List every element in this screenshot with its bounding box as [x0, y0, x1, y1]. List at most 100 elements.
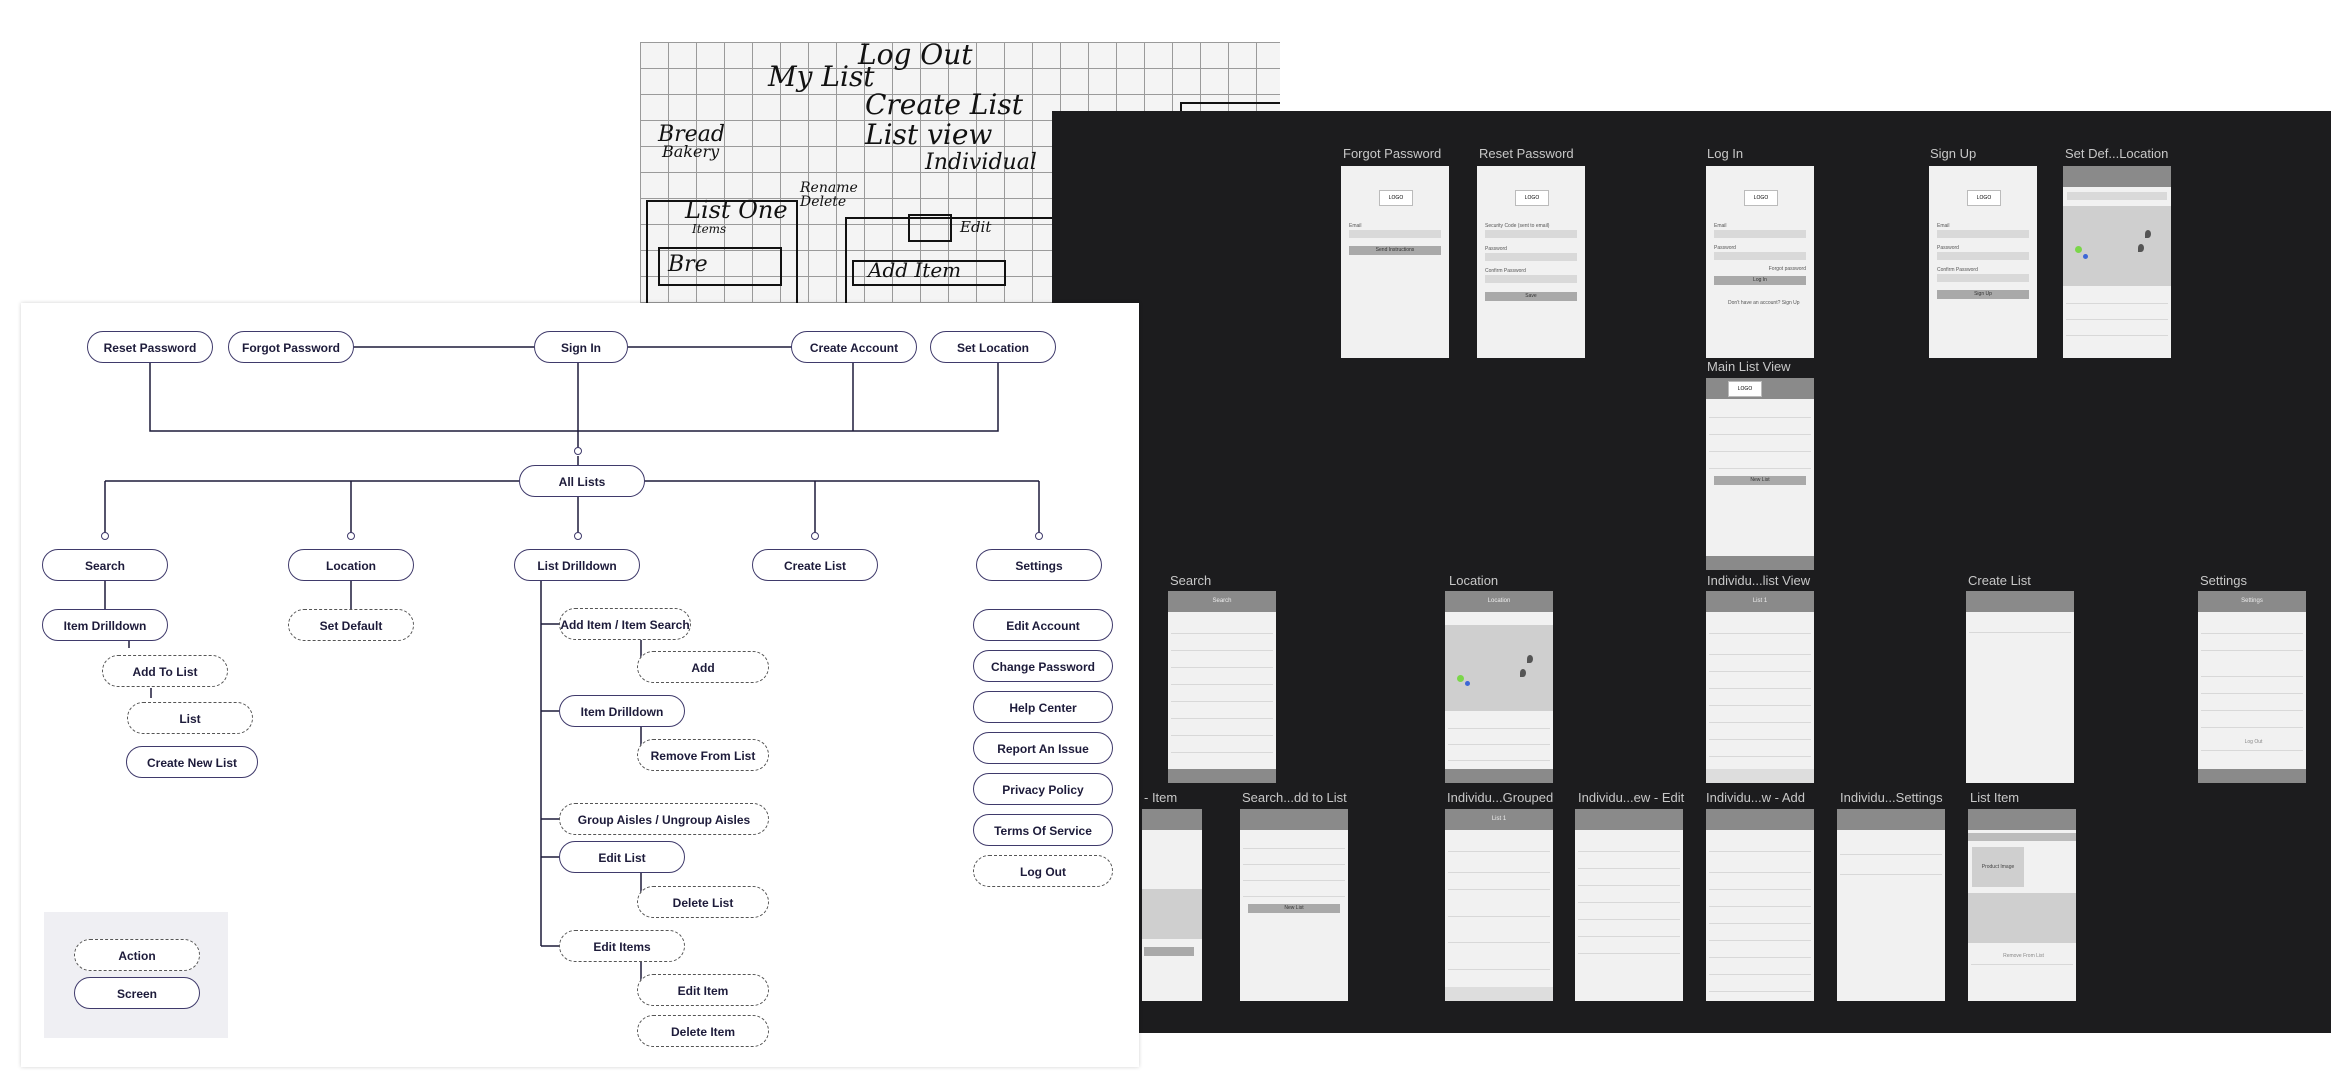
confirm-field: [1485, 275, 1577, 283]
wireframe-title: Individu...Grouped: [1447, 790, 1554, 805]
node-set-location: Set Location: [930, 331, 1056, 363]
node-group-aisles: Group Aisles / Ungroup Aisles: [559, 803, 769, 835]
connector-dot: [574, 532, 582, 540]
list-name-field: [1840, 839, 1942, 855]
delete-list-row: [1840, 859, 1942, 875]
password-field: [1485, 253, 1577, 261]
wireframe-title: Sign Up: [1930, 146, 1977, 161]
list-item: [2066, 304, 2168, 320]
list-item: [1578, 870, 1680, 886]
password-field: [1937, 252, 2029, 260]
sketch-text: List view: [865, 118, 993, 151]
sketch-text: Bakery: [662, 142, 720, 161]
field-label: Security Code (sent to email): [1485, 223, 1550, 229]
field-label: Email: [1349, 223, 1362, 229]
sketch-text: My List: [768, 60, 875, 93]
wireframe-main-list-view: LOGO New List: [1706, 378, 1814, 570]
wireframe-title: Individu...w - Add: [1706, 790, 1805, 805]
node-settings: Settings: [976, 549, 1102, 581]
node-add-item-search: Add Item / Item Search: [559, 608, 691, 640]
field-label: Email: [1937, 223, 1950, 229]
node-help-center: Help Center: [973, 691, 1113, 723]
signup-link: Don't have an account? Sign Up: [1728, 300, 1800, 306]
tab-strip: [1968, 833, 2076, 841]
node-forgot-password: Forgot Password: [228, 331, 354, 363]
sketch-text: List One: [685, 196, 788, 224]
connector-dot: [574, 447, 582, 455]
aisle-map: [1968, 893, 2076, 943]
list-item: [1171, 737, 1273, 753]
list-item: [1171, 618, 1273, 634]
sketch-text: Bre: [668, 252, 708, 277]
node-add: Add: [637, 651, 769, 683]
screen-header: [1240, 809, 1348, 830]
map-pin-icon: [1527, 655, 1533, 663]
node-delete-list: Delete List: [637, 886, 769, 918]
wireframe-title: Search: [1170, 573, 1212, 588]
legend: Action Screen: [44, 912, 228, 1038]
new-list-button: New List: [1248, 904, 1340, 913]
node-item-drilldown-list: Item Drilldown: [559, 695, 685, 727]
node-search: Search: [42, 549, 168, 581]
node-list-drilldown: List Drilldown: [514, 549, 640, 581]
node-edit-account: Edit Account: [973, 609, 1113, 641]
wireframe-title: - Item: [1144, 790, 1178, 805]
wireframe-create-list: [1966, 591, 2074, 783]
wireframe-set-default-location: [2063, 166, 2171, 358]
list-item: [1709, 707, 1811, 723]
screen-header: Location: [1445, 591, 1553, 612]
list-item: [1709, 925, 1811, 941]
screen-header: [1968, 809, 2076, 830]
list-item: [1709, 639, 1811, 655]
logo-placeholder: LOGO: [1728, 381, 1762, 397]
wireframe-reset-password: LOGO Security Code (sent to email) Passw…: [1477, 166, 1585, 358]
logo-placeholder: LOGO: [1744, 190, 1778, 206]
node-change-password: Change Password: [973, 650, 1113, 682]
list-item: [1709, 436, 1811, 452]
list-item: [1171, 652, 1273, 668]
list-item: [1709, 959, 1811, 975]
screen-header: [1706, 809, 1814, 830]
list-item: [1171, 686, 1273, 702]
sketch-text: Log Out: [858, 42, 973, 71]
screen-header: [1142, 809, 1202, 830]
node-create-account: Create Account: [791, 331, 917, 363]
sketch-box: [908, 214, 952, 242]
node-list: List: [127, 702, 253, 734]
field-label: Password: [1485, 246, 1507, 252]
list-item: [2066, 288, 2168, 304]
new-list-button: New List: [1714, 476, 1806, 485]
list-item: [1448, 745, 1550, 761]
wireframe-title: Individu...ew - Edit: [1578, 790, 1685, 805]
list-item: [1709, 690, 1811, 706]
field-label: Password: [1937, 245, 1959, 251]
email-field: [1349, 230, 1441, 238]
node-terms-of-service: Terms Of Service: [973, 814, 1113, 846]
wireframe-list-item: Product Image Remove From List: [1968, 809, 2076, 1001]
screen-header: [1575, 809, 1683, 830]
list-item: [1448, 954, 1550, 970]
list-item: [2066, 320, 2168, 336]
node-edit-items: Edit Items: [559, 930, 685, 962]
map-area: [1445, 625, 1553, 711]
tab-bar: [1706, 556, 1814, 570]
logo-placeholder: LOGO: [1379, 190, 1413, 206]
list-item: [1578, 853, 1680, 869]
wireframe-individual-list-view: List 1: [1706, 591, 1814, 783]
wireframe-title: Individu...list View: [1707, 573, 1811, 588]
email-field: [1714, 230, 1806, 238]
list-item: [2201, 661, 2303, 677]
screen-header: [1837, 809, 1945, 830]
wireframe-title: Settings: [2200, 573, 2247, 588]
connector-dot: [101, 532, 109, 540]
node-item-drilldown: Item Drilldown: [42, 609, 168, 641]
list-item: [2201, 695, 2303, 711]
logo-placeholder: LOGO: [1967, 190, 2001, 206]
list-item: [1709, 724, 1811, 740]
legend-action: Action: [74, 939, 200, 971]
node-log-out: Log Out: [973, 855, 1113, 887]
node-all-lists: All Lists: [519, 465, 645, 497]
list-item: [1709, 419, 1811, 435]
remove-from-list-button: Remove From List: [1971, 949, 2073, 965]
list-item: [1448, 729, 1550, 745]
